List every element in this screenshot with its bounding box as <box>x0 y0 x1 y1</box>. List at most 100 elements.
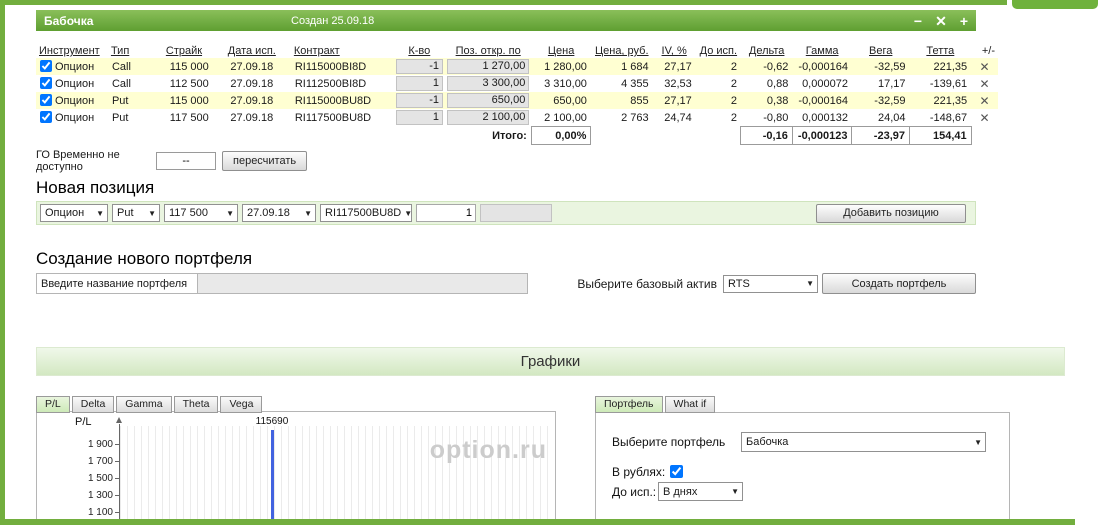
cell-type: Call <box>107 75 156 92</box>
col-header-price: Цена <box>547 45 575 57</box>
tab-portfolio[interactable]: Портфель <box>595 396 663 413</box>
cell-theta: -139,61 <box>909 75 972 92</box>
tab-gamma[interactable]: Gamma <box>116 396 172 413</box>
y-tick: 1 100 <box>53 507 120 518</box>
tab-pl[interactable]: P/L <box>36 396 70 413</box>
open-price-value[interactable]: 650,00 <box>447 93 530 108</box>
close-icon[interactable]: ✕ <box>935 14 947 28</box>
col-header-exp-date: Дата исп. <box>227 45 276 57</box>
qty-value[interactable]: -1 <box>395 59 443 74</box>
window-titlebar: Бабочка Создан 25.09.18 − ✕ + <box>36 10 976 31</box>
row-checkbox[interactable] <box>40 60 52 72</box>
cell-gamma: -0,000164 <box>792 58 852 75</box>
portfolio-select[interactable]: Бабочка ▼ <box>741 432 986 452</box>
cell-gamma: 0,000072 <box>792 75 852 92</box>
add-position-button[interactable]: Добавить позицию <box>816 203 966 223</box>
create-portfolio-button[interactable]: Создать портфель <box>822 273 976 294</box>
col-header-days: До исп. <box>699 45 738 57</box>
cell-open-price: 650,00 <box>445 92 532 109</box>
instrument-select[interactable]: Опцион ▼ <box>40 204 108 222</box>
row-checkbox[interactable] <box>40 111 52 124</box>
go-value-input[interactable] <box>156 152 216 170</box>
delete-row-icon[interactable]: ✕ <box>980 111 990 125</box>
minimize-icon[interactable]: − <box>914 14 922 28</box>
strike-select[interactable]: 117 500 ▼ <box>164 204 238 222</box>
cell-strike: 115 000 <box>155 58 213 75</box>
table-header-row: Инструмент Тип Страйк Дата исп. Контракт… <box>36 44 998 58</box>
tab-vega[interactable]: Vega <box>220 396 263 413</box>
cell-delete: ✕ <box>971 92 998 109</box>
cell-theta: 221,35 <box>909 58 972 75</box>
cell-price: 3 310,00 <box>531 75 591 92</box>
cell-price: 2 100,00 <box>531 109 591 127</box>
totals-delta: -0,16 <box>740 126 793 145</box>
cell-contract: RI115000BU8D <box>290 92 394 109</box>
tab-theta[interactable]: Theta <box>173 396 219 413</box>
cell-price: 1 280,00 <box>531 58 591 75</box>
chevron-down-icon: ▼ <box>304 208 312 218</box>
portfolio-name-input[interactable] <box>198 273 528 294</box>
new-position-qty-input[interactable] <box>416 204 476 222</box>
cell-theta: -148,67 <box>909 109 972 127</box>
page-border-left <box>0 0 5 525</box>
go-label: ГО Временно не доступно <box>36 149 120 173</box>
cell-price-rub: 2 763 <box>590 109 653 127</box>
tab-delta[interactable]: Delta <box>71 396 115 413</box>
cell-theta: 221,35 <box>909 92 972 109</box>
col-header-contract: Контракт <box>293 45 340 57</box>
date-select[interactable]: 27.09.18 ▼ <box>242 204 316 222</box>
cell-delta: -0,62 <box>740 58 793 75</box>
totals-gamma: -0,000123 <box>791 126 853 145</box>
qty-value[interactable]: 1 <box>395 110 443 126</box>
portfolio-window: Бабочка Создан 25.09.18 − ✕ + Инструмент… <box>36 10 998 294</box>
cell-delta: 0,38 <box>740 92 793 109</box>
cell-contract: RI115000BI8D <box>290 58 394 75</box>
chart-tabs: P/L Delta Gamma Theta Vega <box>36 396 264 413</box>
positions-table: Инструмент Тип Страйк Дата исп. Контракт… <box>36 44 998 145</box>
col-header-theta: Тетта <box>926 45 955 57</box>
delete-row-icon[interactable]: ✕ <box>980 94 990 108</box>
row-checkbox[interactable] <box>40 77 52 89</box>
type-select[interactable]: Put ▼ <box>112 204 160 222</box>
create-portfolio-row: Введите название портфеля Выберите базов… <box>36 273 976 294</box>
col-header-instrument: Инструмент <box>39 45 100 57</box>
cell-strike: 115 000 <box>155 92 213 109</box>
open-price-value[interactable]: 1 270,00 <box>447 59 530 74</box>
col-header-strike: Страйк <box>165 45 203 57</box>
delete-row-icon[interactable]: ✕ <box>980 77 990 91</box>
top-right-button[interactable] <box>1012 0 1098 9</box>
y-tick: 1 500 <box>53 473 120 484</box>
portfolio-panel: Выберите портфель Бабочка ▼ В рублях: До … <box>595 412 1010 525</box>
base-asset-select[interactable]: RTS ▼ <box>723 274 818 293</box>
days-select[interactable]: В днях ▼ <box>658 482 743 501</box>
cell-type: Call <box>107 58 156 75</box>
qty-value[interactable]: -1 <box>395 93 443 108</box>
col-header-gamma: Гамма <box>805 45 839 57</box>
cell-vega: 17,17 <box>851 75 910 92</box>
chevron-down-icon: ▼ <box>226 208 234 218</box>
portfolio-name-label: Введите название портфеля <box>36 273 198 294</box>
cell-qty: -1 <box>393 92 445 109</box>
window-controls: − ✕ + <box>914 14 968 28</box>
col-header-iv: IV, % <box>661 45 687 57</box>
chevron-down-icon: ▼ <box>404 208 412 218</box>
open-price-value[interactable]: 3 300,00 <box>447 76 530 91</box>
recalculate-button[interactable]: пересчитать <box>222 151 308 171</box>
add-icon[interactable]: + <box>960 14 968 28</box>
cell-instrument: Опцион <box>36 92 108 109</box>
contract-select[interactable]: RI117500BU8D ▼ <box>320 204 412 222</box>
create-portfolio-heading: Создание нового портфеля <box>36 249 253 268</box>
cell-delete: ✕ <box>971 75 998 92</box>
tab-whatif[interactable]: What if <box>664 396 716 413</box>
cell-date: 27.09.18 <box>212 58 291 75</box>
rubles-label: В рублях: <box>612 465 666 479</box>
price-marker-line <box>271 430 274 525</box>
col-header-open-price: Поз. откр. по <box>455 45 521 57</box>
open-price-value[interactable]: 2 100,00 <box>447 110 530 126</box>
rubles-checkbox[interactable] <box>670 465 683 478</box>
delete-row-icon[interactable]: ✕ <box>980 60 990 74</box>
qty-value[interactable]: 1 <box>395 76 443 91</box>
screen: Бабочка Создан 25.09.18 − ✕ + Инструмент… <box>0 0 1102 525</box>
row-checkbox[interactable] <box>40 94 52 106</box>
cell-vega: -32,59 <box>851 92 910 109</box>
